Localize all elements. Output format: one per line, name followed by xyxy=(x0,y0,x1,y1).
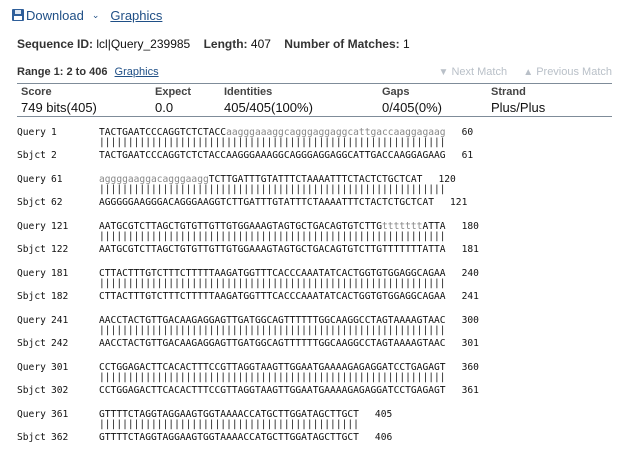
previous-match-link[interactable]: Previous Match xyxy=(536,66,612,78)
match-navigation: ▼ Next Match ▲ Previous Match xyxy=(438,66,612,78)
match-line: ||||||||||||||||||||||||||||||||||||||||… xyxy=(99,372,446,383)
score-table: Score 749 bits(405) Expect 0.0 Identitie… xyxy=(17,83,612,117)
gaps-header: Gaps xyxy=(382,86,410,98)
download-button[interactable]: Download xyxy=(26,8,84,23)
expect-header: Expect xyxy=(155,86,192,98)
sequence-id-value: lcl|Query_239985 xyxy=(96,37,191,51)
identities-value: 405/405(100%) xyxy=(224,100,313,115)
toolbar: Download ⌄ Graphics xyxy=(0,0,619,30)
subject-line: Sbjct 182 CTTACTTTGTCTTTCTTTTTAAGATGGTTTCA… xyxy=(17,291,479,302)
expect-column: Expect 0.0 xyxy=(155,86,191,115)
next-match-link[interactable]: Next Match xyxy=(451,66,507,78)
match-line: ||||||||||||||||||||||||||||||||||||||||… xyxy=(99,184,446,195)
length-value: 407 xyxy=(250,37,271,51)
match-line: ||||||||||||||||||||||||||||||||||||||||… xyxy=(99,419,359,430)
strand-header: Strand xyxy=(491,86,526,98)
subject-line: Sbjct 302 CCTGGAGACTTCACACTTTCCGTTAGGTAAGT… xyxy=(17,385,479,396)
range-header: Range 1: 2 to 406 Graphics ▼ Next Match … xyxy=(17,66,612,80)
subject-line: Sbjct 242 AACCTACTGTTGACAAGAGGAGTTGATGGCAG… xyxy=(17,338,479,349)
match-line: ||||||||||||||||||||||||||||||||||||||||… xyxy=(99,325,446,336)
identities-column: Identities 405/405(100%) xyxy=(224,86,313,115)
sequence-info: Sequence ID: lcl|Query_239985 Length: 40… xyxy=(17,37,420,51)
graphics-link[interactable]: Graphics xyxy=(110,8,162,23)
gaps-column: Gaps 0/405(0%) xyxy=(382,86,442,115)
subject-line: Sbjct 62 AGGGGGAAGGGACAGGGAAGGTCTTGATTTGTA… xyxy=(17,197,468,208)
sequence-id-label: Sequence ID: xyxy=(17,37,94,51)
length-label: Length: xyxy=(203,37,248,51)
match-line: ||||||||||||||||||||||||||||||||||||||||… xyxy=(99,137,446,148)
subject-line: Sbjct 122 AATGCGTCTTAGCTGTGTTGTTGTGGAAAGTA… xyxy=(17,244,479,255)
matches-label: Number of Matches: xyxy=(284,37,400,51)
score-value: 749 bits(405) xyxy=(21,100,97,115)
floppy-disk-icon[interactable] xyxy=(12,9,24,21)
score-header: Score xyxy=(21,86,52,98)
subject-line: Sbjct 362 GTTTTCTAGGTAGGAAGTGGTAAAACCATGCT… xyxy=(17,432,393,443)
down-triangle-icon: ▼ xyxy=(438,67,449,78)
identities-header: Identities xyxy=(224,86,273,98)
score-column: Score 749 bits(405) xyxy=(21,86,97,115)
subject-line: Sbjct 2 TACTGAATCCCAGGTCTCTACCAAGGGAAAGGCA… xyxy=(17,150,474,161)
up-triangle-icon: ▲ xyxy=(523,67,534,78)
range-graphics-link[interactable]: Graphics xyxy=(115,66,159,78)
strand-value: Plus/Plus xyxy=(491,100,546,115)
gaps-value: 0/405(0%) xyxy=(382,100,442,115)
match-line: ||||||||||||||||||||||||||||||||||||||||… xyxy=(99,278,446,289)
strand-column: Strand Plus/Plus xyxy=(491,86,545,115)
matches-value: 1 xyxy=(402,37,410,51)
range-label: Range 1: 2 to 406 xyxy=(17,66,108,78)
match-line: ||||||||||||||||||||||||||||||||||||||||… xyxy=(99,231,446,242)
chevron-down-icon[interactable]: ⌄ xyxy=(92,10,100,21)
expect-value: 0.0 xyxy=(155,100,174,115)
